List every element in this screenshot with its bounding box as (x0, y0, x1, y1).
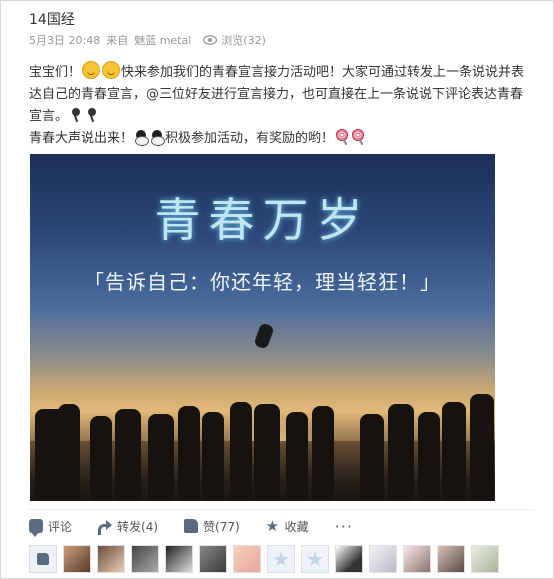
liker-avatar[interactable] (437, 545, 465, 573)
liker-avatar[interactable] (165, 545, 193, 573)
microphone-icon (71, 108, 81, 122)
post-date[interactable]: 5月3日 20:48 (29, 32, 100, 48)
silhouette-figure (442, 402, 466, 501)
silhouette-figure (312, 406, 334, 501)
thumbs-up-icon (184, 519, 199, 533)
post-photo[interactable]: 青春万岁 「告诉自己：你还年轻，理当轻狂！」 (30, 154, 495, 501)
thumbs-up-icon (37, 553, 49, 565)
silhouette-figure (388, 404, 414, 501)
lollipop-icon (351, 129, 365, 145)
liker-avatar[interactable] (233, 545, 261, 573)
like-button[interactable]: 赞(77) (184, 518, 240, 535)
silhouette-figure (58, 404, 80, 501)
star-icon: ★ (265, 517, 280, 535)
silhouette-figure (230, 402, 252, 501)
liker-avatar-default[interactable]: ★ (267, 545, 295, 573)
liker-avatar[interactable] (335, 545, 363, 573)
forward-icon (98, 519, 113, 535)
silhouette-figure (254, 404, 280, 501)
liker-avatar-default[interactable]: ★ (301, 545, 329, 573)
liker-avatar[interactable] (403, 545, 431, 573)
action-bar: 评论 转发(4) 赞(77) ★ 收藏 ··· (29, 509, 534, 542)
post-source[interactable]: 魅蓝 metal (134, 32, 191, 48)
views-count: 浏览(32) (203, 32, 266, 48)
liker-avatar[interactable] (63, 545, 91, 573)
like-label: 赞(77) (203, 519, 240, 534)
microphone-icon (87, 108, 97, 122)
smile-emoji-icon (82, 61, 101, 79)
comment-button[interactable]: 评论 (29, 518, 73, 537)
more-button[interactable]: ··· (335, 517, 353, 536)
silhouette-figure (178, 406, 200, 501)
smile-emoji-icon (102, 61, 121, 79)
silhouette-figure (202, 412, 224, 501)
photo-title: 青春万岁 (154, 193, 371, 247)
silhouette-figure (418, 412, 440, 501)
post-meta: 5月3日 20:48 来自 魅蓝 metal 浏览(32) (29, 32, 266, 48)
comment-icon (29, 519, 43, 537)
forward-button[interactable]: 转发(4) (98, 518, 158, 535)
liker-avatars: ★ ★ (29, 544, 534, 574)
views-label: 浏览(32) (221, 34, 266, 47)
eye-icon (203, 35, 218, 45)
liker-avatar[interactable] (199, 545, 227, 573)
content-line1-start: 宝宝们！ (29, 65, 82, 80)
penguin-icon (134, 130, 150, 146)
content-line2-start: 青春大声说出来！ (29, 131, 134, 146)
jumping-person (253, 322, 275, 350)
lollipop-icon (335, 129, 349, 145)
silhouette-figure (115, 409, 141, 501)
liker-avatar[interactable] (471, 545, 499, 573)
liker-avatar[interactable] (97, 545, 125, 573)
author-name[interactable]: 14国经 (29, 9, 75, 29)
favorite-button[interactable]: ★ 收藏 (266, 518, 309, 535)
post-content: 宝宝们！ 快来参加我们的青春宣言接力活动吧！大家可通过转发上一条说说并表达自己的青… (29, 61, 534, 150)
post-card: 14国经 5月3日 20:48 来自 魅蓝 metal 浏览(32) 宝宝们！快… (0, 0, 554, 579)
liker-avatar[interactable] (131, 545, 159, 573)
source-prefix: 来自 (106, 34, 129, 47)
like-toggle-button[interactable] (29, 545, 57, 573)
silhouette-figure (286, 412, 308, 501)
silhouette-figure (360, 414, 384, 501)
content-line2-text: 积极参加活动，有奖励的哟！ (165, 131, 335, 146)
penguin-icon (150, 130, 166, 146)
favorite-label: 收藏 (284, 519, 309, 534)
silhouette-figure (470, 394, 494, 501)
silhouette-figure (148, 414, 174, 501)
silhouette-figure (90, 416, 112, 501)
photo-subtitle: 「告诉自己：你还年轻，理当轻狂！」 (84, 270, 441, 294)
comment-label: 评论 (48, 519, 73, 534)
liker-avatar[interactable] (369, 545, 397, 573)
forward-label: 转发(4) (117, 519, 159, 534)
